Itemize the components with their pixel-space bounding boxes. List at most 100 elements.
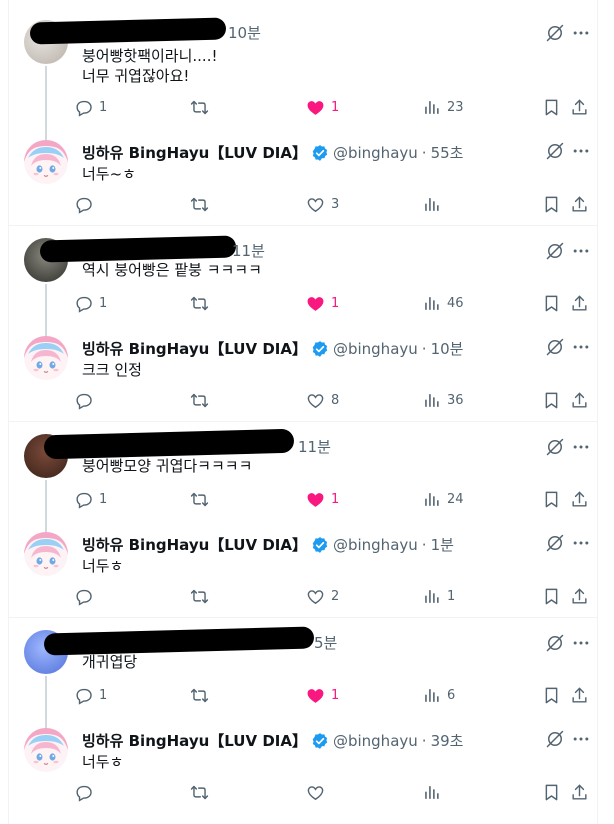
views-button[interactable]: 1 [422,586,455,606]
share-button[interactable] [570,97,589,117]
share-button[interactable] [570,489,589,509]
reply-button[interactable]: 1 [74,685,107,705]
post-time[interactable]: 39초 [431,730,464,751]
share-button[interactable] [570,685,589,705]
retweet-button[interactable] [190,293,209,313]
display-name[interactable]: 빙하유 BingHayu【LUV DIA】 [82,142,307,163]
reply-tweet[interactable]: 11분 붕어빵모양 귀엽다ㅋㅋㅋㅋ 1 1 24 [8,422,598,532]
reply-time[interactable]: 10분 [228,22,261,43]
like-button[interactable]: 3 [306,194,339,214]
views-button[interactable]: 46 [422,293,464,313]
avatar[interactable] [24,728,68,772]
reply-button[interactable]: 1 [74,97,107,117]
more-options-icon[interactable] [570,728,592,750]
bookmark-button[interactable] [542,782,561,802]
views-icon [422,783,441,802]
post-time[interactable]: 55초 [431,142,464,163]
views-button[interactable]: 36 [422,390,464,410]
author-reply-tweet[interactable]: 빙하유 BingHayu【LUV DIA】 @binghayu · 1분 너두ㅎ… [8,522,598,618]
share-button[interactable] [570,586,589,606]
reply-time[interactable]: 11분 [298,436,331,457]
grok-icon[interactable] [544,728,566,750]
reply-button[interactable] [74,782,93,802]
display-name[interactable]: 빙하유 BingHayu【LUV DIA】 [82,730,307,751]
avatar[interactable] [24,140,68,184]
handle[interactable]: @binghayu [333,144,418,162]
views-button[interactable]: 6 [422,685,455,705]
views-button[interactable] [422,194,441,214]
grok-icon[interactable] [544,140,566,162]
grok-icon[interactable] [544,240,566,262]
like-button[interactable]: 1 [306,293,339,313]
retweet-button[interactable] [190,782,209,802]
like-button[interactable] [306,782,325,802]
bookmark-button[interactable] [542,489,561,509]
bm-icon [542,391,561,410]
grok-icon[interactable] [544,436,566,458]
grok-icon[interactable] [544,336,566,358]
post-time[interactable]: 10분 [431,338,464,359]
views-button[interactable]: 23 [422,97,464,117]
more-options-icon[interactable] [570,22,592,44]
retweet-button[interactable] [190,489,209,509]
more-options-icon[interactable] [570,240,592,262]
author-reply-tweet[interactable]: 빙하유 BingHayu【LUV DIA】 @binghayu · 39초 너두… [8,718,598,814]
retweet-button[interactable] [190,390,209,410]
more-options-icon[interactable] [570,140,592,162]
more-options-icon[interactable] [570,532,592,554]
share-button[interactable] [570,782,589,802]
reply-button[interactable]: 1 [74,293,107,313]
share-button[interactable] [570,293,589,313]
like-button[interactable]: 1 [306,489,339,509]
share-button[interactable] [570,194,589,214]
retweet-button[interactable] [190,194,209,214]
like-button[interactable]: 2 [306,586,339,606]
handle[interactable]: @binghayu [333,732,418,750]
retweet-button[interactable] [190,685,209,705]
like-button[interactable]: 8 [306,390,339,410]
rt-icon [190,294,209,313]
avatar[interactable] [24,532,68,576]
author-reply-tweet[interactable]: 빙하유 BingHayu【LUV DIA】 @binghayu · 55초 너두… [8,130,598,226]
views-button[interactable]: 24 [422,489,464,509]
redacted-username [43,428,295,460]
verified-badge-icon [311,144,329,162]
bookmark-button[interactable] [542,586,561,606]
bookmark-button[interactable] [542,97,561,117]
bookmark-button[interactable] [542,194,561,214]
reply-tweet[interactable]: 11분 역시 붕어빵은 팥붕 ㅋㅋㅋㅋ 1 1 46 [8,226,598,336]
retweet-button[interactable] [190,97,209,117]
like-button[interactable]: 1 [306,685,339,705]
more-options-icon[interactable] [570,632,592,654]
handle[interactable]: @binghayu [333,536,418,554]
reply-tweet[interactable]: 5분 개귀엽당 1 1 6 [8,618,598,728]
like-count: 2 [331,588,340,604]
author-reply-tweet[interactable]: 빙하유 BingHayu【LUV DIA】 @binghayu · 10분 크크… [8,326,598,422]
display-name[interactable]: 빙하유 BingHayu【LUV DIA】 [82,534,307,555]
grok-icon[interactable] [544,22,566,44]
more-options-icon[interactable] [570,336,592,358]
post-time[interactable]: 1분 [431,534,454,555]
share-button[interactable] [570,390,589,410]
reply-button[interactable] [74,194,93,214]
reply-button[interactable] [74,390,93,410]
grok-icon[interactable] [544,532,566,554]
reply-tweet[interactable]: 10분 붕어빵핫팩이라니....! 너무 귀엽잖아요! 1 1 23 [8,10,598,142]
avatar[interactable] [24,336,68,380]
reply-time[interactable]: 5분 [314,632,337,653]
like-button[interactable]: 1 [306,97,339,117]
reply-button[interactable]: 1 [74,489,107,509]
reply-button[interactable] [74,586,93,606]
reply-time[interactable]: 11분 [232,240,265,261]
grok-icon[interactable] [544,632,566,654]
share-icon [570,783,589,802]
bookmark-button[interactable] [542,293,561,313]
handle[interactable]: @binghayu [333,340,418,358]
retweet-button[interactable] [190,586,209,606]
bookmark-button[interactable] [542,685,561,705]
bookmark-button[interactable] [542,390,561,410]
views-button[interactable] [422,782,441,802]
display-name[interactable]: 빙하유 BingHayu【LUV DIA】 [82,338,307,359]
reply-icon [74,391,93,410]
more-options-icon[interactable] [570,436,592,458]
